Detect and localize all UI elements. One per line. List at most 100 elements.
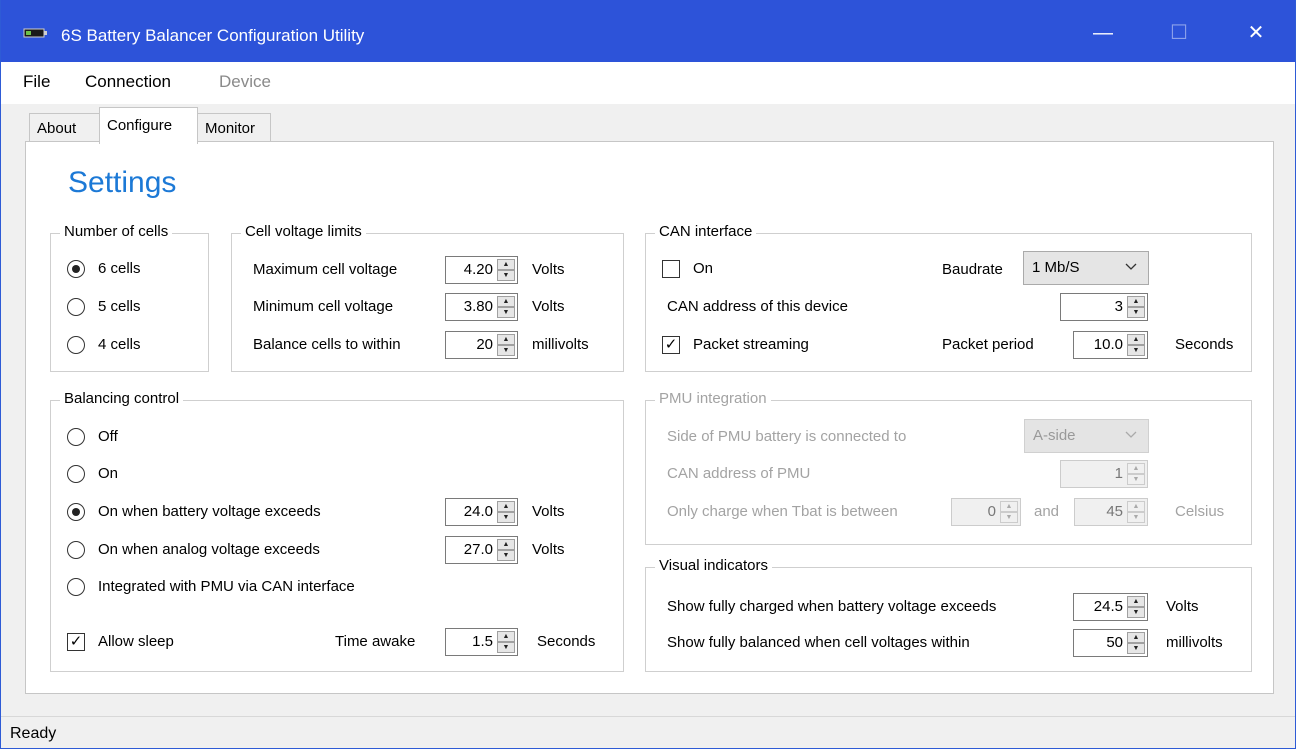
radio-6-cells[interactable] bbox=[67, 260, 85, 278]
spin-up-icon[interactable]: ▲ bbox=[497, 296, 515, 307]
spinner-value: 24.5 bbox=[1093, 598, 1123, 615]
spin-up-icon[interactable]: ▲ bbox=[1127, 501, 1145, 512]
spin-up-icon[interactable]: ▲ bbox=[497, 539, 515, 550]
tab-configure[interactable]: Configure bbox=[99, 107, 198, 144]
time-awake-label: Time awake bbox=[335, 633, 416, 650]
unit-label: millivolts bbox=[532, 336, 589, 353]
radio-label: On bbox=[98, 465, 119, 482]
max-cell-voltage-label: Maximum cell voltage bbox=[253, 261, 398, 278]
page-title: Settings bbox=[68, 166, 177, 199]
status-text: Ready bbox=[10, 725, 57, 742]
spin-down-icon[interactable]: ▼ bbox=[497, 270, 515, 281]
fully-balanced-spinner[interactable]: 50 ▲ ▼ bbox=[1073, 629, 1148, 657]
spin-down-icon[interactable]: ▼ bbox=[497, 512, 515, 523]
minimize-button[interactable]: — bbox=[1083, 18, 1123, 48]
spin-up-icon[interactable]: ▲ bbox=[1127, 596, 1145, 607]
menu-file[interactable]: File bbox=[23, 72, 50, 92]
pmu-address-spinner[interactable]: 1 ▲ ▼ bbox=[1060, 460, 1148, 488]
can-address-label: CAN address of this device bbox=[667, 298, 848, 315]
radio-balancing-off[interactable] bbox=[67, 428, 85, 446]
packet-streaming-label: Packet streaming bbox=[693, 336, 809, 353]
spin-down-icon[interactable]: ▼ bbox=[1127, 607, 1145, 618]
tab-monitor[interactable]: Monitor bbox=[197, 113, 271, 142]
group-title: PMU integration bbox=[655, 390, 771, 407]
visual-indicators-group: Visual indicators Show fully charged whe… bbox=[645, 557, 1252, 672]
title-bar[interactable]: 6S Battery Balancer Configuration Utilit… bbox=[1, 0, 1295, 62]
spinner-value: 0 bbox=[987, 503, 996, 520]
spin-up-icon[interactable]: ▲ bbox=[497, 631, 515, 642]
min-cell-voltage-spinner[interactable]: 3.80 ▲ ▼ bbox=[445, 293, 518, 321]
spin-up-icon[interactable]: ▲ bbox=[1127, 632, 1145, 643]
pmu-side-dropdown[interactable]: A-side bbox=[1024, 419, 1149, 453]
tbat-min-spinner[interactable]: 0 ▲ ▼ bbox=[951, 498, 1021, 526]
spinner-value: 45 bbox=[1106, 503, 1123, 520]
spin-down-icon[interactable]: ▼ bbox=[497, 642, 515, 653]
spin-down-icon[interactable]: ▼ bbox=[1127, 345, 1145, 356]
app-window: 6S Battery Balancer Configuration Utilit… bbox=[0, 0, 1296, 749]
balancing-control-group: Balancing control Off On On when battery… bbox=[50, 390, 624, 672]
spin-up-icon[interactable]: ▲ bbox=[1000, 501, 1018, 512]
charge-range-label: Only charge when Tbat is between bbox=[667, 503, 898, 520]
fully-charged-spinner[interactable]: 24.5 ▲ ▼ bbox=[1073, 593, 1148, 621]
radio-balancing-on[interactable] bbox=[67, 465, 85, 483]
spin-down-icon[interactable]: ▼ bbox=[1000, 512, 1018, 523]
fully-charged-label: Show fully charged when battery voltage … bbox=[667, 598, 997, 615]
radio-analog-voltage[interactable] bbox=[67, 541, 85, 559]
close-button[interactable]: ✕ bbox=[1236, 18, 1276, 48]
battery-voltage-spinner[interactable]: 24.0 ▲ ▼ bbox=[445, 498, 518, 526]
unit-label: Volts bbox=[532, 541, 565, 558]
analog-voltage-spinner[interactable]: 27.0 ▲ ▼ bbox=[445, 536, 518, 564]
spinner-value: 50 bbox=[1106, 634, 1123, 651]
spin-up-icon[interactable]: ▲ bbox=[497, 334, 515, 345]
spinner-value: 10.0 bbox=[1093, 336, 1123, 353]
spin-down-icon[interactable]: ▼ bbox=[1127, 307, 1145, 318]
baudrate-dropdown[interactable]: 1 Mb/S bbox=[1023, 251, 1149, 285]
radio-pmu-integrated[interactable] bbox=[67, 578, 85, 596]
spin-down-icon[interactable]: ▼ bbox=[497, 550, 515, 561]
tbat-max-spinner[interactable]: 45 ▲ ▼ bbox=[1074, 498, 1148, 526]
packet-streaming-checkbox[interactable]: ✓ bbox=[662, 336, 680, 354]
spin-up-icon[interactable]: ▲ bbox=[497, 501, 515, 512]
spin-down-icon[interactable]: ▼ bbox=[497, 307, 515, 318]
radio-battery-voltage[interactable] bbox=[67, 503, 85, 521]
group-title: Cell voltage limits bbox=[241, 223, 366, 240]
spin-down-icon[interactable]: ▼ bbox=[1127, 643, 1145, 654]
spin-down-icon[interactable]: ▼ bbox=[1127, 512, 1145, 523]
packet-period-spinner[interactable]: 10.0 ▲ ▼ bbox=[1073, 331, 1148, 359]
configure-panel: Settings Number of cells 6 cells 5 cells… bbox=[25, 141, 1274, 694]
unit-label: millivolts bbox=[1166, 634, 1223, 651]
group-title: CAN interface bbox=[655, 223, 757, 240]
radio-label: 6 cells bbox=[98, 260, 141, 277]
spin-down-icon[interactable]: ▼ bbox=[1127, 474, 1145, 485]
can-on-checkbox[interactable] bbox=[662, 260, 680, 278]
max-cell-voltage-spinner[interactable]: 4.20 ▲ ▼ bbox=[445, 256, 518, 284]
status-bar: Ready bbox=[1, 716, 1295, 748]
time-awake-spinner[interactable]: 1.5 ▲ ▼ bbox=[445, 628, 518, 656]
and-label: and bbox=[1034, 503, 1060, 520]
unit-label: Volts bbox=[532, 261, 565, 278]
spin-up-icon[interactable]: ▲ bbox=[1127, 463, 1145, 474]
spinner-value: 3.80 bbox=[463, 298, 493, 315]
spin-up-icon[interactable]: ▲ bbox=[1127, 334, 1145, 345]
balance-within-spinner[interactable]: 20 ▲ ▼ bbox=[445, 331, 518, 359]
menu-device[interactable]: Device bbox=[219, 72, 271, 92]
radio-label: Integrated with PMU via CAN interface bbox=[98, 578, 355, 595]
can-address-spinner[interactable]: 3 ▲ ▼ bbox=[1060, 293, 1148, 321]
maximize-button[interactable]: ☐ bbox=[1159, 18, 1199, 48]
unit-label: Seconds bbox=[1175, 336, 1234, 353]
battery-app-icon bbox=[23, 28, 47, 38]
radio-5-cells[interactable] bbox=[67, 298, 85, 316]
spin-up-icon[interactable]: ▲ bbox=[497, 259, 515, 270]
group-title: Balancing control bbox=[60, 390, 184, 407]
tab-about[interactable]: About bbox=[29, 113, 100, 142]
allow-sleep-checkbox[interactable]: ✓ bbox=[67, 633, 85, 651]
can-interface-group: CAN interface On Baudrate 1 Mb/S CAN add… bbox=[645, 223, 1252, 372]
unit-label: Volts bbox=[532, 298, 565, 315]
radio-4-cells[interactable] bbox=[67, 336, 85, 354]
spin-up-icon[interactable]: ▲ bbox=[1127, 296, 1145, 307]
number-of-cells-group: Number of cells 6 cells 5 cells 4 cells bbox=[50, 223, 209, 372]
menu-connection[interactable]: Connection bbox=[85, 72, 171, 92]
spin-down-icon[interactable]: ▼ bbox=[497, 345, 515, 356]
dropdown-value: 1 Mb/S bbox=[1032, 259, 1080, 276]
cell-voltage-limits-group: Cell voltage limits Maximum cell voltage… bbox=[231, 223, 624, 372]
